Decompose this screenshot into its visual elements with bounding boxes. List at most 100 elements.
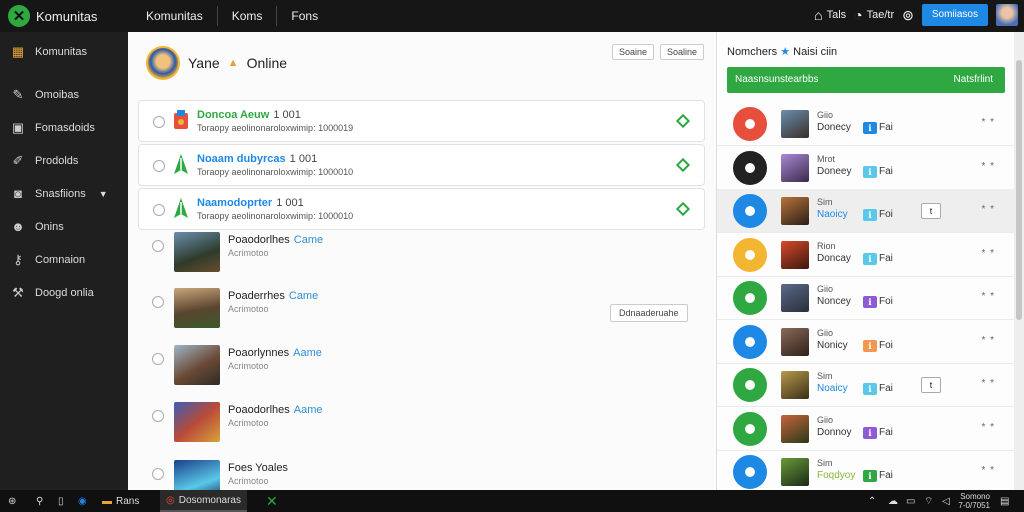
- friend-action-button[interactable]: t: [921, 203, 941, 219]
- top-link-home[interactable]: ⌂ Tals: [814, 7, 846, 23]
- chevron-up-icon[interactable]: ⌃: [868, 490, 876, 512]
- friend-avatar[interactable]: [733, 237, 767, 272]
- card-title: Doncoa Aeuw 1 001: [197, 109, 301, 121]
- xbox-app-icon[interactable]: ✕: [266, 490, 278, 512]
- game-thumbnail: [174, 288, 220, 328]
- more-options-icon[interactable]: * *: [981, 161, 995, 172]
- friend-row[interactable]: Sim Naoicy ℹ Foi t * *: [717, 189, 1015, 233]
- sidebar-item-doogd-onlia[interactable]: ⚒ Doogd onlia: [0, 276, 128, 309]
- game-action-button[interactable]: Ddnaaderuahe: [610, 304, 688, 322]
- game-row[interactable]: Poaderrhes Came Acrimotoo Ddnaaderuahe: [138, 288, 705, 338]
- friend-row[interactable]: Giio Donecy ℹ Fai * *: [717, 102, 1015, 146]
- sidebar-item-fomasdoids[interactable]: ▣ Fomasdoids: [0, 111, 128, 144]
- top-tab-komunitas[interactable]: Komunitas: [132, 6, 218, 26]
- wifi-icon[interactable]: ⌔: [924, 490, 933, 512]
- friend-avatar[interactable]: [733, 107, 767, 141]
- status-badge-icon: ℹ: [863, 470, 877, 482]
- browser-icon[interactable]: ◉: [78, 490, 87, 512]
- select-radio[interactable]: [152, 353, 164, 365]
- friend-avatar[interactable]: [733, 455, 767, 489]
- diamond-icon[interactable]: [675, 201, 691, 217]
- select-radio[interactable]: [153, 116, 165, 128]
- game-row[interactable]: Poaorlynnes Aame Acrimotoo: [138, 345, 705, 395]
- grid-icon: ▦: [11, 44, 25, 59]
- friend-row[interactable]: Sim Noaicy ℹ Fai t * *: [717, 363, 1015, 407]
- game-row[interactable]: Poaodorlhes Aame Acrimotoo: [138, 402, 705, 452]
- chevron-down-icon: ▼: [98, 188, 108, 199]
- friend-avatar[interactable]: [733, 281, 767, 315]
- sidebar-item-prodolds[interactable]: ✐ Prodolds: [0, 144, 128, 177]
- settings-icon[interactable]: ⊚: [902, 7, 914, 24]
- friend-row[interactable]: Rion Doncay ℹ Fai * *: [717, 233, 1015, 277]
- friend-name: Giio: [817, 327, 834, 338]
- diamond-icon[interactable]: [675, 113, 691, 129]
- xbox-logo-icon: ✕: [8, 5, 30, 27]
- brand[interactable]: ✕ Komunitas: [0, 5, 128, 27]
- diamond-icon[interactable]: [675, 157, 691, 173]
- profile-action-button-2[interactable]: Soaline: [659, 44, 704, 60]
- more-options-icon[interactable]: * *: [981, 422, 995, 433]
- sidebar-item-snasfiions[interactable]: ◙ Snasfiions ▼: [0, 177, 128, 210]
- account-button[interactable]: Somiiasos: [921, 4, 988, 26]
- taskbar-clock[interactable]: Somono 7-0/7051: [958, 492, 990, 510]
- notification-icon[interactable]: ▤: [1000, 490, 1009, 512]
- panel-action-bar[interactable]: Naasnsunstearbbs Natsfrlint: [727, 67, 1005, 93]
- user-avatar[interactable]: [996, 4, 1018, 26]
- select-radio[interactable]: [152, 410, 164, 422]
- select-radio[interactable]: [153, 160, 165, 172]
- more-options-icon[interactable]: * *: [981, 335, 995, 346]
- more-options-icon[interactable]: * *: [981, 204, 995, 215]
- start-icon[interactable]: ⊛: [8, 490, 16, 512]
- friend-avatar[interactable]: [733, 194, 767, 228]
- sidebar-item-onins[interactable]: ☻ Onins: [0, 210, 128, 243]
- friend-card[interactable]: Noaam dubyrcas 1 001 Toraopy aeolinonarol…: [138, 144, 705, 186]
- volume-icon[interactable]: ◁: [942, 490, 950, 512]
- friend-row[interactable]: Giio Nonicy ℹ Foi * *: [717, 320, 1015, 364]
- bell-icon: ◔: [854, 7, 863, 23]
- more-options-icon[interactable]: * *: [981, 378, 995, 389]
- friend-action-button[interactable]: t: [921, 377, 941, 393]
- friend-avatar[interactable]: [733, 368, 767, 402]
- scrollbar-thumb[interactable]: [1016, 60, 1022, 320]
- profile-action-button-1[interactable]: Soaine: [611, 44, 654, 60]
- more-options-icon[interactable]: * *: [981, 248, 995, 259]
- friend-row[interactable]: Mrot Doneey ℹ Fai * *: [717, 146, 1015, 190]
- game-row[interactable]: Foes Yoales Acrimotoo: [138, 460, 705, 490]
- people-icon: ☻: [11, 219, 25, 234]
- friend-avatar[interactable]: [733, 324, 767, 359]
- friend-status: Noncey: [817, 296, 851, 307]
- top-link-notifications[interactable]: ◔ Tae/tr: [854, 7, 894, 23]
- search-icon[interactable]: ⚲: [36, 490, 43, 512]
- select-radio[interactable]: [152, 296, 164, 308]
- sidebar-item-label: Doogd onlia: [35, 286, 94, 299]
- cloud-icon[interactable]: ☁: [888, 490, 898, 512]
- game-row[interactable]: Poaodorlhes Came Acrimotoo: [138, 232, 705, 282]
- taskbar-app-2[interactable]: ◎ Dosomonaras: [160, 490, 247, 512]
- friend-card[interactable]: Naamodoprter 1 001 Toraopy aeolinonarolox…: [138, 188, 705, 230]
- top-tab-fons[interactable]: Fons: [277, 6, 332, 26]
- friend-row[interactable]: Giio Noncey ℹ Foi * *: [717, 276, 1015, 320]
- select-radio[interactable]: [152, 240, 164, 252]
- select-radio[interactable]: [153, 204, 165, 216]
- friend-card[interactable]: Doncoa Aeuw 1 001 Toraopy aeolinonaroloxw…: [138, 100, 705, 142]
- friend-row[interactable]: Sim Foqdyoy ℹ Fai * *: [717, 450, 1015, 494]
- select-radio[interactable]: [152, 468, 164, 480]
- more-options-icon[interactable]: * *: [981, 291, 995, 302]
- top-tab-koms[interactable]: Koms: [218, 6, 278, 26]
- game-thumbnail: [781, 284, 809, 312]
- sidebar-item-omoibas[interactable]: ✎ Omoibas: [0, 78, 128, 111]
- top-tabs: Komunitas Koms Fons: [132, 6, 332, 26]
- friend-avatar[interactable]: [733, 150, 767, 185]
- sidebar-item-comnaion[interactable]: ⚷ Comnaion: [0, 243, 128, 276]
- more-options-icon[interactable]: * *: [981, 465, 995, 476]
- taskbar-app-1[interactable]: ▬ Rans: [102, 490, 139, 512]
- taskbar: ⊛ ⚲ ▯ ◉ ▬ Rans ◎ Dosomonaras ✕ ⌃ ☁ ▭ ⌔ ◁…: [0, 490, 1024, 512]
- battery-icon[interactable]: ▭: [906, 490, 915, 512]
- friend-avatar[interactable]: [733, 411, 767, 446]
- sidebar-item-komunitas[interactable]: ▦ Komunitas: [0, 32, 128, 72]
- profile-avatar[interactable]: [146, 46, 180, 80]
- more-options-icon[interactable]: * *: [981, 117, 995, 128]
- task-view-icon[interactable]: ▯: [58, 490, 64, 512]
- status-badge-icon: ℹ: [863, 339, 877, 352]
- friend-row[interactable]: Giio Donnoy ℹ Fai * *: [717, 407, 1015, 451]
